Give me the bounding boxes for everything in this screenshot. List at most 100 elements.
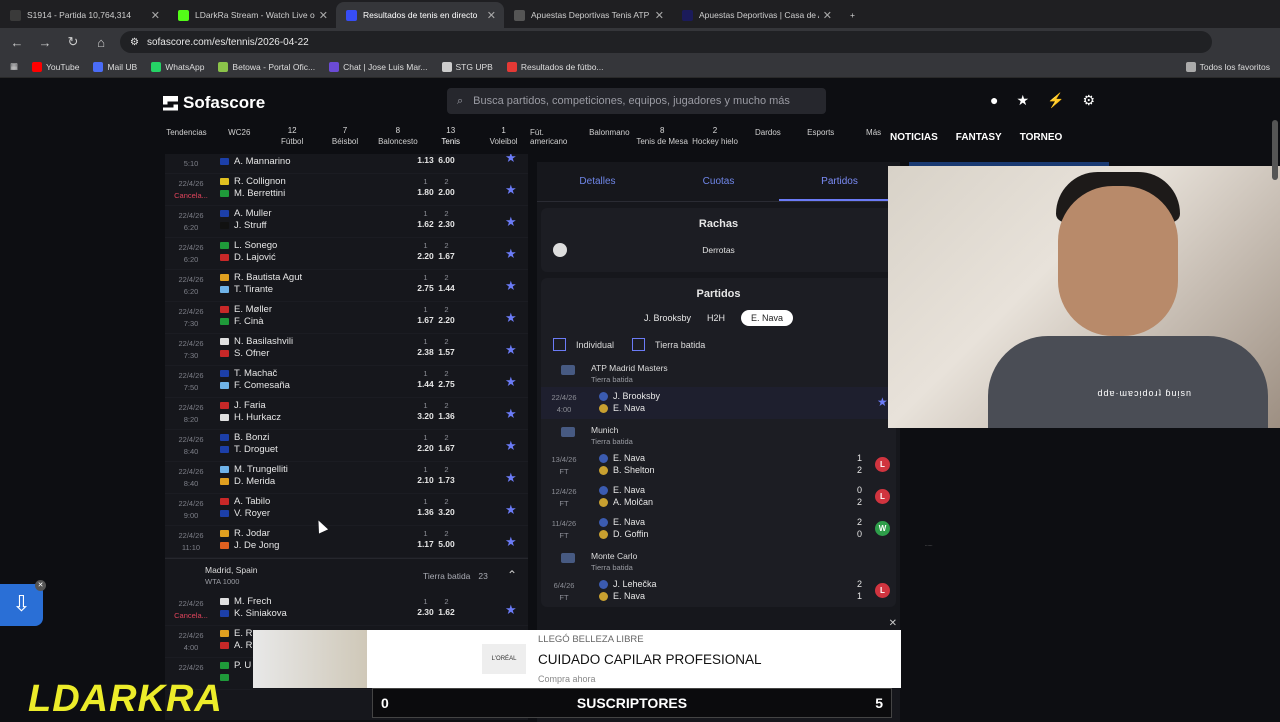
- odds-1[interactable]: 1.17: [415, 539, 436, 550]
- h2h-match-row[interactable]: 22/4/26 4:00 J. Brooksby E. Nava ★: [541, 387, 896, 419]
- bookmark-item[interactable]: Resultados de fútbo...: [506, 61, 604, 72]
- match-row[interactable]: 22/4/26 8:40 B. Bonzi T. Droguet 1 2 2.20 1.67 ★: [165, 430, 528, 462]
- match-row[interactable]: 22/4/26 8:40 M. Trungelliti D. Merida 1 2 2.10…: [165, 462, 528, 494]
- top-menu-item[interactable]: TORNEO: [1020, 132, 1063, 143]
- bookmark-item[interactable]: Mail UB: [93, 61, 137, 72]
- browser-tab[interactable]: Apuestas Deportivas | Casa de A ✕: [672, 2, 840, 28]
- odds-1[interactable]: 1.44: [415, 379, 436, 390]
- tab-close-icon[interactable]: ✕: [487, 9, 496, 22]
- h2h-match-row[interactable]: 12/4/26 FT E. Nava A. Molčan 0 2 L: [541, 481, 896, 513]
- odds-1[interactable]: 2.75: [415, 283, 436, 294]
- detail-tab[interactable]: Partidos: [779, 162, 900, 201]
- favorite-star-icon[interactable]: ★: [505, 534, 517, 550]
- favorite-star-icon[interactable]: ★: [505, 182, 517, 198]
- sport-tab[interactable]: 8 Baloncesto: [371, 126, 424, 156]
- tournament-header[interactable]: Madrid, Spain WTA 1000 Tierra batida 23 ⌃: [165, 558, 528, 594]
- favorite-star-icon[interactable]: ★: [505, 310, 517, 326]
- sport-tab[interactable]: Balonmano: [583, 126, 636, 156]
- all-bookmarks[interactable]: Todos los favoritos: [1185, 61, 1270, 72]
- sport-tab[interactable]: 2 Hockey hielo: [689, 126, 742, 156]
- favorite-star-icon[interactable]: ★: [505, 374, 517, 390]
- tab-close-icon[interactable]: ✕: [319, 9, 328, 22]
- site-info-icon[interactable]: ⚙: [130, 37, 139, 48]
- forward-icon[interactable]: →: [36, 35, 54, 50]
- sport-tab[interactable]: Dardos: [741, 126, 794, 156]
- browser-tab[interactable]: Resultados de tenis en directo ✕: [336, 2, 504, 28]
- odds-1[interactable]: 1.67: [415, 315, 436, 326]
- odds-1[interactable]: 1.36: [415, 507, 436, 518]
- bookmark-item[interactable]: YouTube: [32, 61, 79, 72]
- search-input[interactable]: ⌕ Busca partidos, competiciones, equipos,…: [447, 88, 826, 114]
- odds-2[interactable]: 1.62: [436, 607, 457, 618]
- odds-2[interactable]: 2.00: [436, 187, 457, 198]
- ad-close-icon[interactable]: ✕: [889, 618, 897, 629]
- odds-2[interactable]: 5.00: [436, 539, 457, 550]
- settings-gear-icon[interactable]: ⚙: [1082, 92, 1095, 109]
- match-row[interactable]: 22/4/26 Cancela... R. Collignon M. Berretti…: [165, 174, 528, 206]
- page-scrollbar[interactable]: [1272, 120, 1278, 180]
- odds-1[interactable]: 2.10: [415, 475, 436, 486]
- h2h-match-row[interactable]: 13/4/26 FT E. Nava B. Shelton 1 2 L: [541, 449, 896, 481]
- favorite-star-icon[interactable]: ★: [505, 602, 517, 618]
- favorite-star-icon[interactable]: ★: [877, 395, 888, 409]
- top-menu-item[interactable]: FANTASY: [956, 132, 1002, 143]
- odds-1[interactable]: 2.38: [415, 347, 436, 358]
- sport-tab[interactable]: Fút. americano: [530, 126, 583, 156]
- download-button[interactable]: ⇩: [0, 584, 43, 626]
- odds-1[interactable]: 1.80: [415, 187, 436, 198]
- sport-tab[interactable]: Esports: [794, 126, 847, 156]
- odds-1[interactable]: 1.62: [415, 219, 436, 230]
- collapse-chevron-icon[interactable]: ⌃: [507, 568, 517, 582]
- odds-2[interactable]: 1.67: [436, 251, 457, 262]
- sport-tab[interactable]: Tendencias: [160, 126, 213, 156]
- detail-tab[interactable]: Cuotas: [658, 162, 779, 201]
- odds-2[interactable]: 1.44: [436, 283, 457, 294]
- back-icon[interactable]: ←: [8, 35, 26, 50]
- odds-1[interactable]: 3.20: [415, 411, 436, 422]
- odds-2[interactable]: 3.20: [436, 507, 457, 518]
- odds-1[interactable]: 2.20: [415, 443, 436, 454]
- match-row[interactable]: 22/4/26 7:30 N. Basilashvili S. Ofner 1 2 2.38…: [165, 334, 528, 366]
- odds-2[interactable]: 2.20: [436, 315, 457, 326]
- bookmark-item[interactable]: Chat | Jose Luis Mar...: [329, 61, 428, 72]
- home-icon[interactable]: ⌂: [92, 35, 110, 50]
- odds-1[interactable]: 1.13: [415, 155, 436, 166]
- odds-2[interactable]: 6.00: [436, 155, 457, 166]
- player-right-tab[interactable]: E. Nava: [741, 310, 794, 326]
- browser-tab[interactable]: LDarkRa Stream - Watch Live o ✕: [168, 2, 336, 28]
- favorite-star-icon[interactable]: ★: [505, 154, 517, 166]
- player-left-tab[interactable]: J. Brooksby: [644, 313, 691, 323]
- match-row[interactable]: 22/4/26 7:50 T. Machač F. Comesaña 1 2 1.44 2.7…: [165, 366, 528, 398]
- odds-2[interactable]: 1.73: [436, 475, 457, 486]
- h2h-match-row[interactable]: 6/4/26 FT J. Lehečka E. Nava 2 1 L: [541, 575, 896, 607]
- apps-grid-icon[interactable]: ▦: [10, 61, 18, 72]
- download-close-icon[interactable]: ✕: [35, 580, 46, 591]
- sport-tab[interactable]: 7 Béisbol: [319, 126, 372, 156]
- match-row[interactable]: 22/4/26 6:20 A. Muller J. Struff 1 2 1.62 2.30 ★: [165, 206, 528, 238]
- favorite-star-icon[interactable]: ★: [505, 502, 517, 518]
- favorite-star-icon[interactable]: ★: [505, 214, 517, 230]
- match-row[interactable]: 22/4/26 7:30 E. Møller F. Cinà 1 2 1.67 2.20 ★: [165, 302, 528, 334]
- favorite-star-icon[interactable]: ★: [505, 406, 517, 422]
- tab-close-icon[interactable]: ✕: [655, 9, 664, 22]
- odds-1[interactable]: 2.30: [415, 607, 436, 618]
- match-row[interactable]: 22/4/26 6:20 R. Bautista Agut T. Tirante 1 2 2…: [165, 270, 528, 302]
- checkbox-box[interactable]: [632, 338, 646, 351]
- odds-2[interactable]: 1.67: [436, 443, 457, 454]
- sport-tab[interactable]: 8 Tenis de Mesa: [636, 126, 689, 156]
- bookmark-item[interactable]: Betowa - Portal Ofic...: [218, 61, 315, 72]
- bottom-ad-banner[interactable]: L'ORÉAL LLEGÓ BELLEZA LIBRE CUIDADO CAPI…: [253, 618, 901, 688]
- bolt-icon[interactable]: ⚡: [1047, 92, 1064, 109]
- surface-checkbox[interactable]: Tierra batida: [632, 338, 705, 351]
- sport-tab[interactable]: 12 Fútbol: [266, 126, 319, 156]
- browser-tab[interactable]: Apuestas Deportivas Tenis ATP ✕: [504, 2, 672, 28]
- ad-cta[interactable]: Compra ahora: [538, 674, 596, 684]
- odds-2[interactable]: 1.57: [436, 347, 457, 358]
- individual-checkbox[interactable]: Individual: [553, 338, 614, 351]
- bookmark-item[interactable]: WhatsApp: [151, 61, 204, 72]
- match-row[interactable]: 22/4/26 11:10 R. Jodar J. De Jong 1 2 1.17 5.00…: [165, 526, 528, 558]
- favorite-star-icon[interactable]: ★: [505, 278, 517, 294]
- sport-tab[interactable]: 1 Voleibol: [477, 126, 530, 156]
- favorites-star-icon[interactable]: ★: [1016, 92, 1029, 109]
- top-menu-item[interactable]: NOTICIAS: [890, 132, 938, 143]
